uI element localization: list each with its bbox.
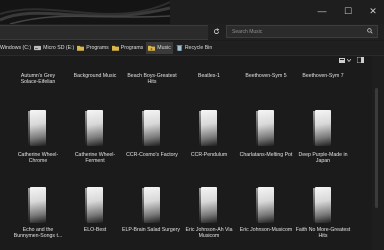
refresh-icon	[213, 28, 219, 35]
folder-label[interactable]: Beethoven-Sym 7	[297, 73, 349, 79]
album-folder-icon[interactable]	[256, 187, 274, 223]
maximize-icon: ☐	[343, 5, 353, 16]
quick-item-label: Music	[157, 45, 171, 51]
folder-label[interactable]: Background Music	[69, 73, 121, 79]
view-mode-button[interactable]	[339, 57, 353, 64]
folder-label[interactable]: CCR-Pendulum	[183, 152, 235, 158]
scrollbar-thumb[interactable]	[375, 88, 378, 208]
close-button[interactable]: ✕	[362, 5, 384, 17]
quick-item-programs[interactable]: Programs	[77, 42, 109, 54]
quick-item-label: Micro SD (E:)	[43, 45, 75, 51]
album-folder-icon[interactable]	[313, 187, 331, 223]
maximize-button[interactable]: ☐	[337, 5, 359, 17]
quick-access-bar: Windows (C:) Micro SD (E:) Programs Prog…	[0, 41, 384, 56]
folder-label[interactable]: Eric Johnson-Musicom	[236, 227, 296, 233]
title-bar: — ☐ ✕	[0, 0, 384, 24]
album-folder-icon[interactable]	[313, 110, 331, 146]
folder-label[interactable]: Faith No More-Greatest Hits	[295, 227, 351, 239]
folder-label[interactable]: ELO-Best	[69, 227, 121, 233]
chevron-down-icon	[347, 59, 351, 62]
recycle-bin-icon	[176, 45, 183, 51]
minimize-button[interactable]: —	[311, 5, 333, 17]
folder-label[interactable]: Catherine Wheel-Chrome	[12, 152, 64, 164]
file-grid: Autumn's Grey Solace-Eifelian Background…	[0, 65, 372, 250]
album-folder-icon[interactable]	[199, 110, 217, 146]
minimize-icon: —	[317, 6, 327, 16]
folder-label[interactable]: Beatles-1	[183, 73, 235, 79]
album-folder-icon[interactable]	[28, 187, 46, 223]
vertical-scrollbar[interactable]	[372, 56, 384, 250]
folder-icon	[77, 45, 85, 51]
search-box[interactable]	[226, 25, 378, 38]
preview-pane-button[interactable]	[356, 56, 365, 64]
quick-item-windows-c[interactable]: Windows (C:)	[0, 42, 31, 54]
quick-item-label: Programs	[86, 45, 109, 51]
album-folder-icon[interactable]	[199, 187, 217, 223]
folder-label[interactable]: Autumn's Grey Solace-Eifelian	[12, 73, 64, 85]
details-view-icon	[339, 58, 345, 63]
search-input[interactable]	[227, 26, 352, 37]
drive-icon	[34, 45, 42, 51]
folder-icon	[111, 45, 119, 51]
folder-label[interactable]: CCR-Cosmo's Factory	[120, 152, 184, 158]
quick-item-label: Recycle Bin	[184, 45, 213, 51]
album-folder-icon[interactable]	[256, 110, 274, 146]
album-folder-icon[interactable]	[142, 110, 160, 146]
album-folder-icon[interactable]	[142, 187, 160, 223]
album-folder-icon[interactable]	[85, 110, 103, 146]
folder-label[interactable]: Catherine Wheel-Ferment	[69, 152, 121, 164]
folder-label[interactable]: Beach Boys-Greatest Hits	[126, 73, 178, 85]
quick-item-recycle-bin[interactable]: Recycle Bin	[176, 42, 212, 54]
folder-label[interactable]: ELP-Brain Salad Surgery	[118, 227, 184, 233]
quick-item-label: Programs	[120, 45, 144, 51]
quick-item-programs-2[interactable]: Programs	[111, 42, 144, 54]
folder-label[interactable]: Charlatans-Melting Pot	[236, 152, 296, 158]
album-folder-icon[interactable]	[28, 110, 46, 146]
album-folder-icon[interactable]	[85, 187, 103, 223]
quick-item-label: Windows (C:)	[0, 45, 32, 51]
title-bar-wallpaper	[0, 0, 170, 24]
folder-label[interactable]: Deep Purple-Made in Japan	[294, 152, 352, 164]
address-row	[0, 24, 384, 40]
search-icon	[367, 28, 373, 34]
address-bar[interactable]	[0, 25, 208, 40]
quick-item-micro-sd[interactable]: Micro SD (E:)	[34, 42, 74, 54]
music-folder-icon	[148, 45, 156, 51]
close-icon: ✕	[369, 5, 377, 16]
preview-pane-icon	[356, 56, 365, 64]
refresh-button[interactable]	[208, 25, 224, 38]
folder-label[interactable]: Eric Johnson-Ah Via Musicom	[181, 227, 237, 239]
view-toolbar	[0, 56, 384, 65]
folder-label[interactable]: Echo and the Bunnymen-Songs t...	[10, 227, 66, 239]
quick-item-music[interactable]: Music	[146, 42, 173, 54]
folder-label[interactable]: Beethoven-Sym 5	[240, 73, 292, 79]
